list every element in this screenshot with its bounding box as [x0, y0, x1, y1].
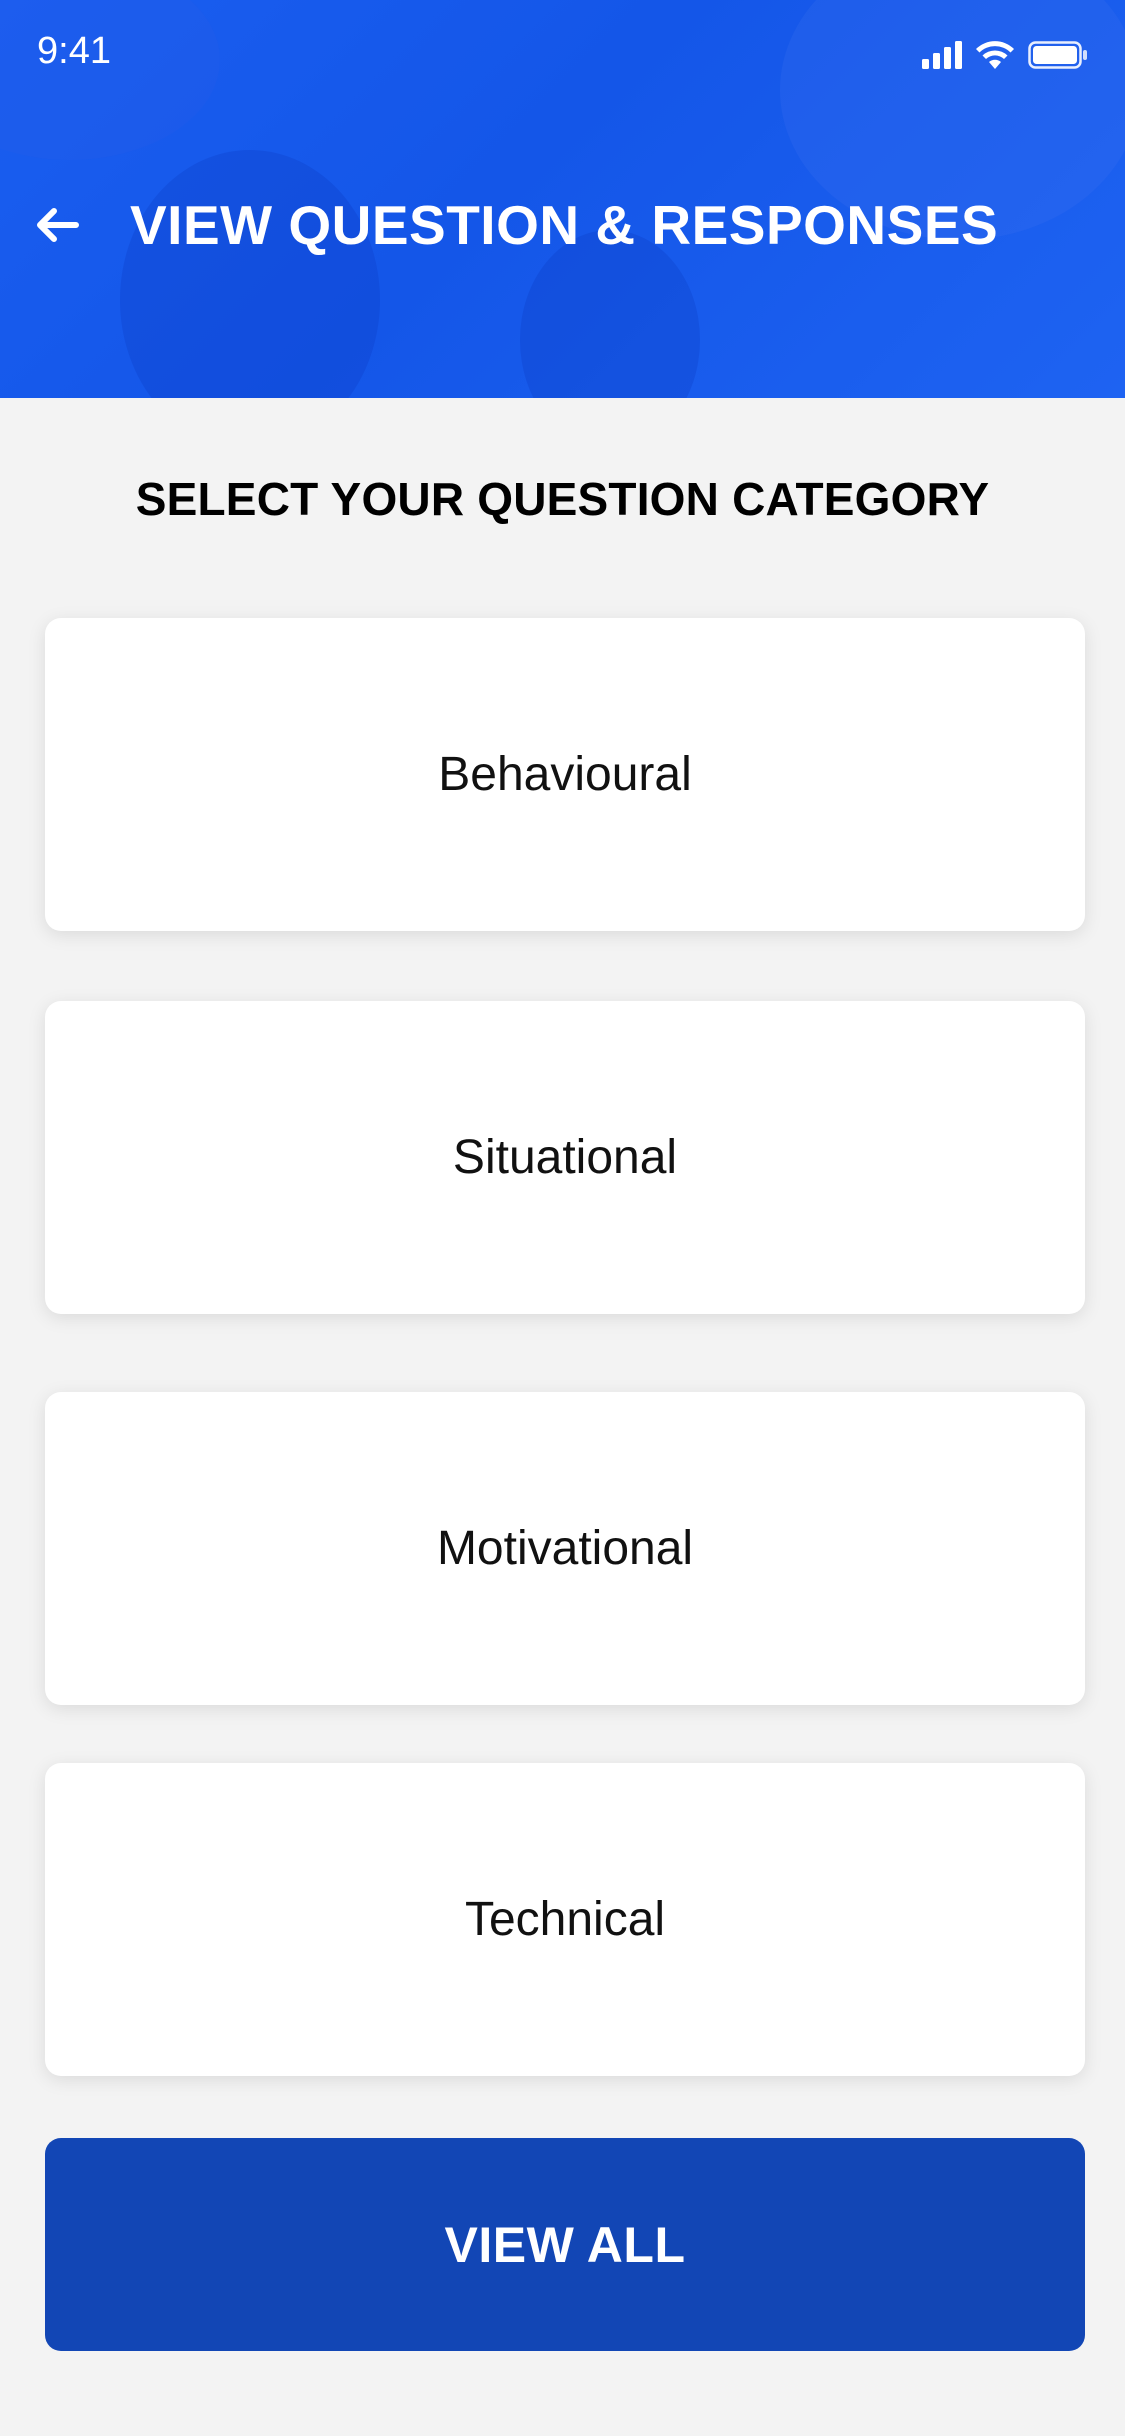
- navigation-bar: VIEW QUESTION & RESPONSES: [0, 185, 1125, 265]
- status-bar: 9:41: [0, 0, 1125, 110]
- category-label: Situational: [452, 1131, 678, 1184]
- page-title: VIEW QUESTION & RESPONSES: [130, 194, 999, 256]
- header-banner: 9:41 VIEW QUESTION & RESPONSES: [0, 0, 1125, 398]
- arrow-left-icon: [37, 208, 79, 242]
- cellular-signal-icon: [922, 41, 962, 69]
- category-label: Motivational: [436, 1522, 694, 1575]
- back-button[interactable]: [30, 197, 86, 253]
- category-card-behavioural[interactable]: Behavioural: [45, 618, 1085, 931]
- category-card-situational[interactable]: Situational: [45, 1001, 1085, 1314]
- category-card-motivational[interactable]: Motivational: [45, 1392, 1085, 1705]
- category-label: Behavioural: [438, 748, 692, 801]
- section-title: SELECT YOUR QUESTION CATEGORY: [135, 473, 990, 525]
- status-time: 9:41: [37, 30, 111, 72]
- view-all-label: VIEW ALL: [444, 2216, 686, 2273]
- wifi-icon: [976, 41, 1014, 69]
- category-label: Technical: [464, 1893, 666, 1946]
- view-all-button[interactable]: VIEW ALL: [45, 2138, 1085, 2351]
- status-icons: [922, 38, 1088, 72]
- category-card-technical[interactable]: Technical: [45, 1763, 1085, 2076]
- battery-icon: [1028, 41, 1087, 69]
